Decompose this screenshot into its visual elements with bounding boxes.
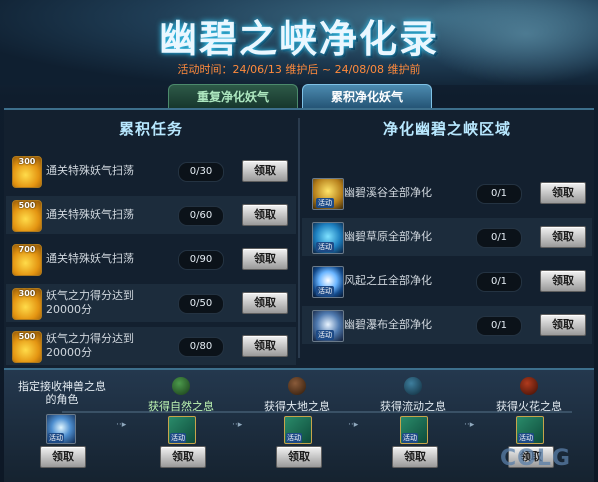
task-label-line2: 20000分 xyxy=(46,303,92,316)
claim-button[interactable]: 领取 xyxy=(242,248,288,270)
task-progress: 0/30 xyxy=(178,162,224,182)
reward-box-icon[interactable]: 活动 xyxy=(400,416,428,444)
claim-button[interactable]: 领取 xyxy=(276,446,322,468)
waterfall-region-icon: 活动 xyxy=(312,310,344,342)
claim-button[interactable]: 领取 xyxy=(242,292,288,314)
coin-icon: 300 xyxy=(12,156,42,188)
region-label: 幽碧瀑布全部净化 xyxy=(344,318,432,331)
earth-breath-label: 获得大地之息 xyxy=(264,400,330,413)
claim-button[interactable]: 领取 xyxy=(392,446,438,468)
task-row: 300 通关特殊妖气扫荡 0/30 领取 xyxy=(6,152,296,190)
coin-icon: 300 xyxy=(12,288,42,320)
flow-orb-icon xyxy=(404,377,422,395)
task-label: 通关特殊妖气扫荡 xyxy=(46,208,134,221)
claim-button[interactable]: 领取 xyxy=(540,314,586,336)
region-progress: 0/1 xyxy=(476,184,522,204)
coin-icon: 700 xyxy=(12,244,42,276)
claim-button[interactable]: 领取 xyxy=(242,204,288,226)
coin-icon: 500 xyxy=(12,200,42,232)
region-purify-title: 净化幽碧之峡区域 xyxy=(382,120,511,138)
region-row: 活动 幽碧溪谷全部净化 0/1 领取 xyxy=(302,174,592,212)
reward-box-icon[interactable]: 活动 xyxy=(284,416,312,444)
arrow-right-icon: ··▸ xyxy=(116,420,127,430)
region-row: 活动 风起之丘全部净化 0/1 领取 xyxy=(302,262,592,300)
event-dates: 活动时间：24/06/13 维护后 ~ 24/08/08 维护前 xyxy=(177,63,421,76)
fire-breath-label: 获得火花之息 xyxy=(496,400,562,413)
task-row: 300 妖气之力得分达到 20000分 0/50 领取 xyxy=(6,284,296,322)
event-title: 幽碧之峡净化录 xyxy=(158,16,439,61)
task-label: 通关特殊妖气扫荡 xyxy=(46,252,134,265)
claim-button[interactable]: 领取 xyxy=(242,335,288,357)
region-row: 活动 幽碧瀑布全部净化 0/1 领取 xyxy=(302,306,592,344)
reward-box-icon[interactable]: 活动 xyxy=(168,416,196,444)
claim-button[interactable]: 领取 xyxy=(540,270,586,292)
region-row: 活动 幽碧草原全部净化 0/1 领取 xyxy=(302,218,592,256)
task-progress: 0/90 xyxy=(178,250,224,270)
nature-orb-icon xyxy=(172,377,190,395)
arrow-right-icon: ··▸ xyxy=(464,420,475,430)
claim-button[interactable]: 领取 xyxy=(540,226,586,248)
tab-repeat-purify[interactable]: 重复净化妖气 xyxy=(168,84,298,109)
earth-orb-icon xyxy=(288,377,306,395)
cumulative-tasks-title: 累积任务 xyxy=(118,120,183,138)
grassland-region-icon: 活动 xyxy=(312,222,344,254)
task-row: 500 通关特殊妖气扫荡 0/60 领取 xyxy=(6,196,296,234)
task-label: 妖气之力得分达到 xyxy=(46,332,134,345)
fire-orb-icon xyxy=(520,377,538,395)
task-row: 700 通关特殊妖气扫荡 0/90 领取 xyxy=(6,240,296,278)
arrow-right-icon: ··▸ xyxy=(348,420,359,430)
task-label: 通关特殊妖气扫荡 xyxy=(46,164,134,177)
panel-divider xyxy=(298,118,300,358)
claim-button[interactable]: 领取 xyxy=(160,446,206,468)
claim-button[interactable]: 领取 xyxy=(242,160,288,182)
event-window: 幽碧之峡净化录 活动时间：24/06/13 维护后 ~ 24/08/08 维护前… xyxy=(0,0,598,482)
claim-button[interactable]: 领取 xyxy=(540,182,586,204)
coin-icon: 500 xyxy=(12,331,42,363)
task-row: 500 妖气之力得分达到 20000分 0/80 领取 xyxy=(6,327,296,365)
task-label-line2: 20000分 xyxy=(46,346,92,359)
region-progress: 0/1 xyxy=(476,272,522,292)
region-progress: 0/1 xyxy=(476,228,522,248)
region-progress: 0/1 xyxy=(476,316,522,336)
divine-beast-icon[interactable]: 活动 xyxy=(46,414,76,444)
valley-region-icon: 活动 xyxy=(312,178,344,210)
task-progress: 0/50 xyxy=(178,294,224,314)
windhill-region-icon: 活动 xyxy=(312,266,344,298)
task-label: 妖气之力得分达到 xyxy=(46,289,134,302)
reward-box-icon[interactable]: 活动 xyxy=(516,416,544,444)
claim-button[interactable]: 领取 xyxy=(40,446,86,468)
tab-cumulative-purify[interactable]: 累积净化妖气 xyxy=(302,84,432,109)
nature-breath-label: 获得自然之息 xyxy=(148,400,214,413)
arrow-right-icon: ··▸ xyxy=(232,420,243,430)
task-progress: 0/80 xyxy=(178,337,224,357)
region-label: 幽碧溪谷全部净化 xyxy=(344,186,432,199)
flow-breath-label: 获得流动之息 xyxy=(380,400,446,413)
task-progress: 0/60 xyxy=(178,206,224,226)
region-label: 风起之丘全部净化 xyxy=(344,274,432,287)
receiver-label: 指定接收神兽之息的角色 xyxy=(18,380,106,406)
region-label: 幽碧草原全部净化 xyxy=(344,230,432,243)
watermark-logo: COLG xyxy=(500,446,571,471)
